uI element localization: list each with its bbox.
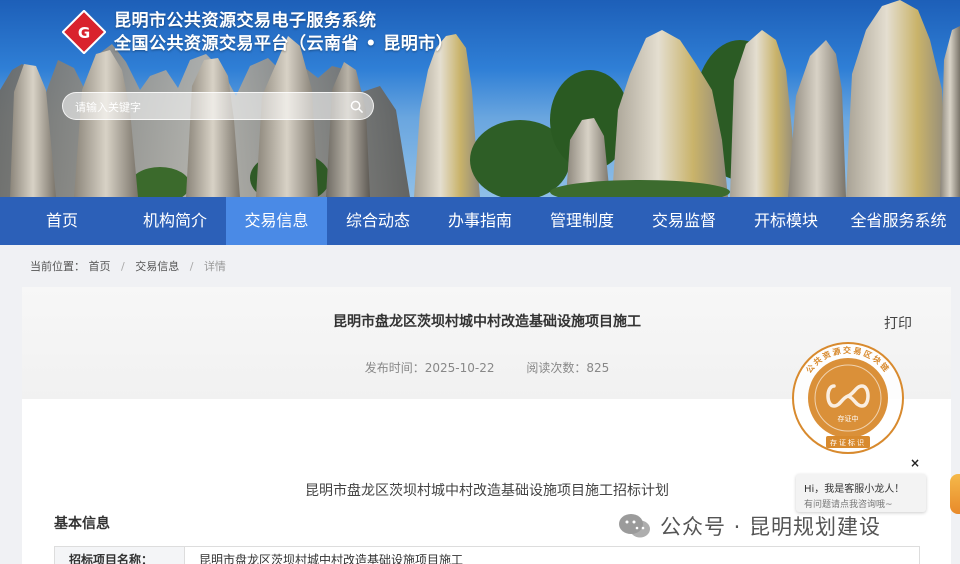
seal-bottom-text: 存证标识 bbox=[830, 438, 866, 447]
watermark-text: 公众号 · 昆明规划建设 bbox=[660, 515, 882, 539]
publish-time: 发布时间：2025-10-22 bbox=[365, 361, 495, 375]
main-nav: 首页 机构简介 交易信息 综合动态 办事指南 管理制度 交易监督 开标模块 全省… bbox=[0, 197, 960, 245]
nav-item-guide[interactable]: 办事指南 bbox=[429, 197, 531, 245]
customer-service-bubble[interactable]: Hi，我是客服小龙人！ 有问题请点我咨询哦~ bbox=[796, 474, 926, 512]
site-title-line1: 昆明市公共资源交易电子服务系统 bbox=[114, 11, 377, 31]
chat-greeting: Hi，我是客服小龙人！ bbox=[804, 484, 905, 495]
svg-text:G: G bbox=[78, 24, 90, 42]
nav-item-bid-opening[interactable]: 开标模块 bbox=[735, 197, 837, 245]
publish-label: 发布时间： bbox=[364, 361, 425, 375]
nav-item-supervision[interactable]: 交易监督 bbox=[633, 197, 735, 245]
site-title-line2: 全国公共资源交易平台（云南省 • 昆明市） bbox=[114, 34, 454, 54]
views-value: 825 bbox=[586, 361, 610, 375]
nav-item-home[interactable]: 首页 bbox=[0, 197, 124, 245]
wechat-watermark: 公众号 · 昆明规划建设 bbox=[618, 509, 881, 543]
nav-item-trade-info[interactable]: 交易信息 bbox=[226, 197, 327, 245]
seal-center-text: 存证中 bbox=[838, 414, 859, 423]
header-banner: G 昆明市公共资源交易电子服务系统 全国公共资源交易平台（云南省 • 昆明市） bbox=[0, 0, 960, 197]
basic-info-table: 招标项目名称： 昆明市盘龙区茨坝村城中村改造基础设施项目施工 bbox=[54, 546, 920, 564]
chat-close-icon[interactable]: × bbox=[910, 456, 920, 470]
section-title-basic-info: 基本信息 bbox=[54, 516, 110, 532]
site-logo: G bbox=[62, 10, 106, 54]
table-row: 招标项目名称： 昆明市盘龙区茨坝村城中村改造基础设施项目施工 bbox=[54, 546, 920, 564]
breadcrumb: 当前位置： 首页 / 交易信息 / 详情 bbox=[30, 258, 226, 274]
blockchain-seal-icon: 公共资源交易区块链 存证中 存证标识 bbox=[792, 342, 904, 454]
view-count: 阅读次数：825 bbox=[526, 361, 609, 375]
article-title: 昆明市盘龙区茨坝村城中村改造基础设施项目施工 bbox=[333, 314, 641, 330]
nav-item-province-services[interactable]: 全省服务系统 bbox=[837, 197, 960, 245]
wechat-icon bbox=[619, 514, 650, 538]
table-value: 昆明市盘龙区茨坝村城中村改造基础设施项目施工 bbox=[184, 546, 920, 564]
breadcrumb-home[interactable]: 首页 bbox=[89, 260, 111, 273]
breadcrumb-prefix: 当前位置： bbox=[30, 260, 85, 273]
breadcrumb-separator: / bbox=[121, 260, 125, 273]
table-label: 招标项目名称： bbox=[54, 546, 185, 564]
views-label: 阅读次数： bbox=[526, 361, 587, 375]
site-title: 昆明市公共资源交易电子服务系统 全国公共资源交易平台（云南省 • 昆明市） bbox=[114, 10, 453, 56]
breadcrumb-separator: / bbox=[189, 260, 194, 273]
search-icon[interactable] bbox=[350, 100, 363, 113]
nav-item-news[interactable]: 综合动态 bbox=[327, 197, 429, 245]
print-button[interactable]: 打印 bbox=[884, 313, 912, 333]
chat-avatar-icon[interactable] bbox=[950, 474, 960, 514]
breadcrumb-current: 详情 bbox=[203, 260, 226, 273]
nav-item-regulations[interactable]: 管理制度 bbox=[531, 197, 633, 245]
breadcrumb-section[interactable]: 交易信息 bbox=[135, 260, 179, 273]
publish-date: 2025-10-22 bbox=[424, 361, 495, 375]
nav-item-about[interactable]: 机构简介 bbox=[124, 197, 226, 245]
search-input[interactable] bbox=[75, 97, 345, 117]
search-box bbox=[62, 92, 374, 120]
